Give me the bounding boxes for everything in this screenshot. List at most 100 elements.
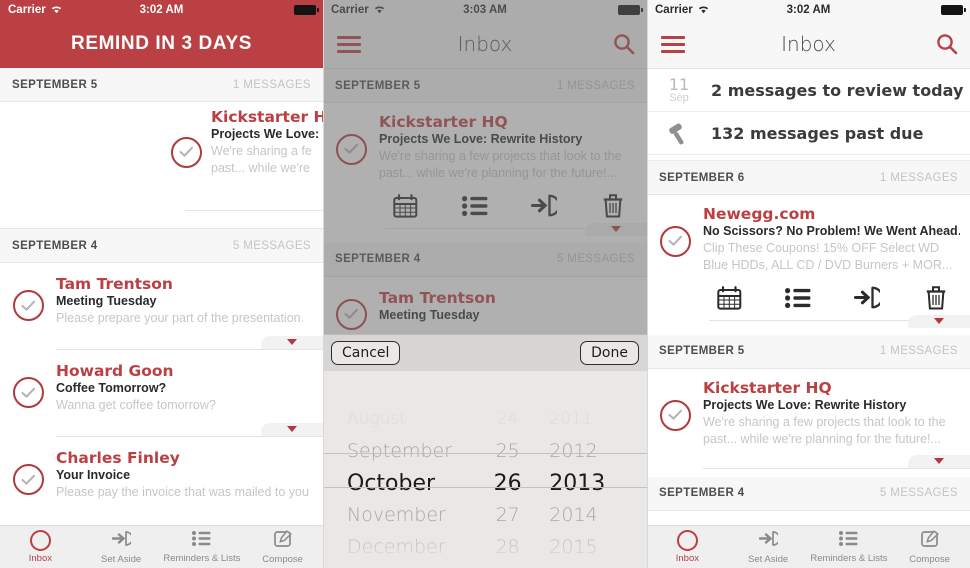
message-row[interactable]: Tam Trentson Meeting Tuesday — [323, 276, 647, 340]
message-body: Howard Goon Coffee Tomorrow? Wanna get c… — [56, 362, 323, 414]
wheel-item[interactable]: 24 — [472, 403, 543, 435]
tab-compose[interactable]: Compose — [242, 526, 323, 568]
wheel-item[interactable]: 25 — [472, 435, 543, 467]
wheel-item[interactable]: July — [323, 371, 472, 403]
day-header-date: SEPTEMBER 5 — [659, 345, 745, 358]
message-sender: Tam Trentson — [56, 275, 173, 293]
message-checkmark[interactable] — [161, 108, 211, 190]
date-picker-wheels[interactable]: July August September October November D… — [323, 371, 647, 568]
cancel-button[interactable]: Cancel — [331, 341, 401, 365]
wheel-item-selected[interactable]: October — [323, 467, 472, 499]
message-row[interactable]: Kickstarter HQ Projects We Love: Rewrite… — [323, 103, 647, 192]
day-header: SEPTEMBER 5 1 MESSAGES — [0, 68, 323, 102]
delete-action[interactable] — [901, 285, 970, 310]
set-aside-action[interactable] — [833, 286, 902, 309]
expand-triangle-icon[interactable] — [261, 422, 323, 436]
inbox-circle-icon — [676, 530, 698, 551]
search-icon[interactable] — [613, 33, 635, 55]
tab-reminders-lists[interactable]: Reminders & Lists — [162, 526, 243, 568]
day-header-date: SEPTEMBER 4 — [335, 253, 421, 266]
message-row[interactable]: Charles Finley Your Invoice Please pay t… — [0, 436, 323, 511]
message-checkmark[interactable] — [323, 113, 379, 182]
wheel-item[interactable]: November — [323, 499, 472, 531]
wheel-item[interactable]: September — [323, 435, 472, 467]
expand-triangle-icon[interactable] — [585, 222, 647, 236]
wheel-item[interactable]: 27 — [472, 499, 543, 531]
check-circle-icon — [12, 290, 44, 322]
message-row[interactable]: Kickstarter H( Projects We Love: We're s… — [161, 102, 323, 200]
search-icon[interactable] — [936, 33, 958, 55]
row-separator — [703, 467, 970, 469]
battery-icon — [294, 5, 319, 15]
tab-label: Inbox — [675, 553, 699, 564]
expand-triangle-icon[interactable] — [908, 454, 970, 468]
status-bar: Carrier 3:02 AM — [0, 0, 323, 20]
expand-triangle-icon[interactable] — [261, 335, 323, 349]
wheel-item-selected[interactable]: 2013 — [543, 467, 647, 499]
wheel-item[interactable]: 2014 — [543, 499, 647, 531]
tab-label: Set Aside — [101, 553, 142, 565]
message-checkmark[interactable] — [0, 449, 56, 501]
wheel-item[interactable]: 2011 — [543, 403, 647, 435]
three-panel-screenshot: Carrier 3:02 AM REMIND IN 3 DAYS SEPTEMB… — [0, 0, 970, 568]
wheel-item[interactable]: January — [323, 563, 472, 568]
check-circle-icon — [12, 377, 44, 409]
day-header-date: SEPTEMBER 5 — [12, 78, 98, 91]
message-sender: Charles Finley — [56, 448, 180, 467]
tab-inbox[interactable]: Inbox — [647, 526, 728, 568]
message-preview: We're sharing a few projects that look t… — [379, 149, 622, 180]
tab-reminders-lists[interactable]: Reminders & Lists — [809, 526, 890, 568]
summary-text: 132 messages past due — [711, 123, 924, 143]
wheel-item[interactable]: December — [323, 531, 472, 563]
date-badge-month: Sep — [669, 91, 689, 104]
set-aside-action[interactable] — [509, 194, 578, 217]
message-preview: Clip These Coupons! 15% OFF Select WD Bl… — [703, 241, 953, 272]
message-checkmark[interactable] — [647, 205, 703, 274]
message-checkmark[interactable] — [0, 275, 56, 327]
wheel-item-selected[interactable]: 26 — [472, 467, 543, 499]
wheel-item[interactable]: August — [323, 403, 472, 435]
expand-triangle-icon[interactable] — [908, 314, 970, 328]
year-wheel[interactable]: 2010 2011 2012 2013 2014 2015 2016 — [543, 371, 647, 568]
delete-action[interactable] — [578, 193, 647, 218]
tab-inbox[interactable]: Inbox — [0, 526, 81, 568]
panel-remind-in-3-days: Carrier 3:02 AM REMIND IN 3 DAYS SEPTEMB… — [0, 0, 323, 568]
message-row[interactable]: Tam Trentson Meeting Tuesday Please prep… — [0, 263, 323, 349]
message-preview: Wanna get coffee tomorrow? — [56, 397, 216, 412]
wheel-item[interactable]: 2010 — [543, 371, 647, 403]
tab-label: Inbox — [28, 553, 52, 564]
message-row[interactable]: Howard Goon Coffee Tomorrow? Wanna get c… — [0, 349, 323, 436]
wheel-item[interactable]: 2012 — [543, 435, 647, 467]
message-row[interactable]: Kickstarter HQ Projects We Love: Rewrite… — [647, 368, 970, 468]
list-action[interactable] — [764, 287, 833, 308]
list-action[interactable] — [440, 195, 509, 216]
schedule-action[interactable] — [371, 193, 440, 218]
wheel-item[interactable]: 29 — [472, 563, 543, 568]
status-bar: Carrier 3:02 AM — [647, 0, 970, 20]
message-row[interactable]: Newegg.com No Scissors? No Problem! We W… — [647, 195, 970, 284]
tab-bar: Inbox Set Aside Reminders & Lists Compos… — [0, 525, 323, 568]
check-circle-icon — [335, 133, 367, 165]
wheel-item[interactable]: 2016 — [543, 563, 647, 568]
summary-row-review-today[interactable]: 11 Sep 2 messages to review today — [647, 69, 970, 112]
tab-set-aside[interactable]: Set Aside — [81, 526, 162, 568]
day-header: SEPTEMBER 4 5 MESSAGES — [647, 476, 970, 511]
message-checkmark[interactable] — [0, 362, 56, 414]
day-wheel[interactable]: 23 24 25 26 27 28 29 — [472, 371, 543, 568]
wheel-item[interactable]: 28 — [472, 531, 543, 563]
schedule-action[interactable] — [695, 285, 764, 310]
check-circle-icon — [170, 136, 202, 168]
done-button[interactable]: Done — [580, 341, 639, 365]
status-time: 3:02 AM — [786, 4, 831, 16]
message-checkmark[interactable] — [323, 289, 379, 330]
day-header: SEPTEMBER 6 1 MESSAGES — [647, 160, 970, 195]
month-wheel[interactable]: July August September October November D… — [323, 371, 472, 568]
message-checkmark[interactable] — [647, 379, 703, 448]
tab-set-aside[interactable]: Set Aside — [728, 526, 809, 568]
tab-compose[interactable]: Compose — [889, 526, 970, 568]
wheel-item[interactable]: 23 — [472, 371, 543, 403]
summary-row-past-due[interactable]: 132 messages past due — [647, 112, 970, 155]
message-body: Kickstarter HQ Projects We Love: Rewrite… — [703, 379, 970, 448]
wheel-item[interactable]: 2015 — [543, 531, 647, 563]
day-header: SEPTEMBER 5 1 MESSAGES — [323, 69, 647, 103]
